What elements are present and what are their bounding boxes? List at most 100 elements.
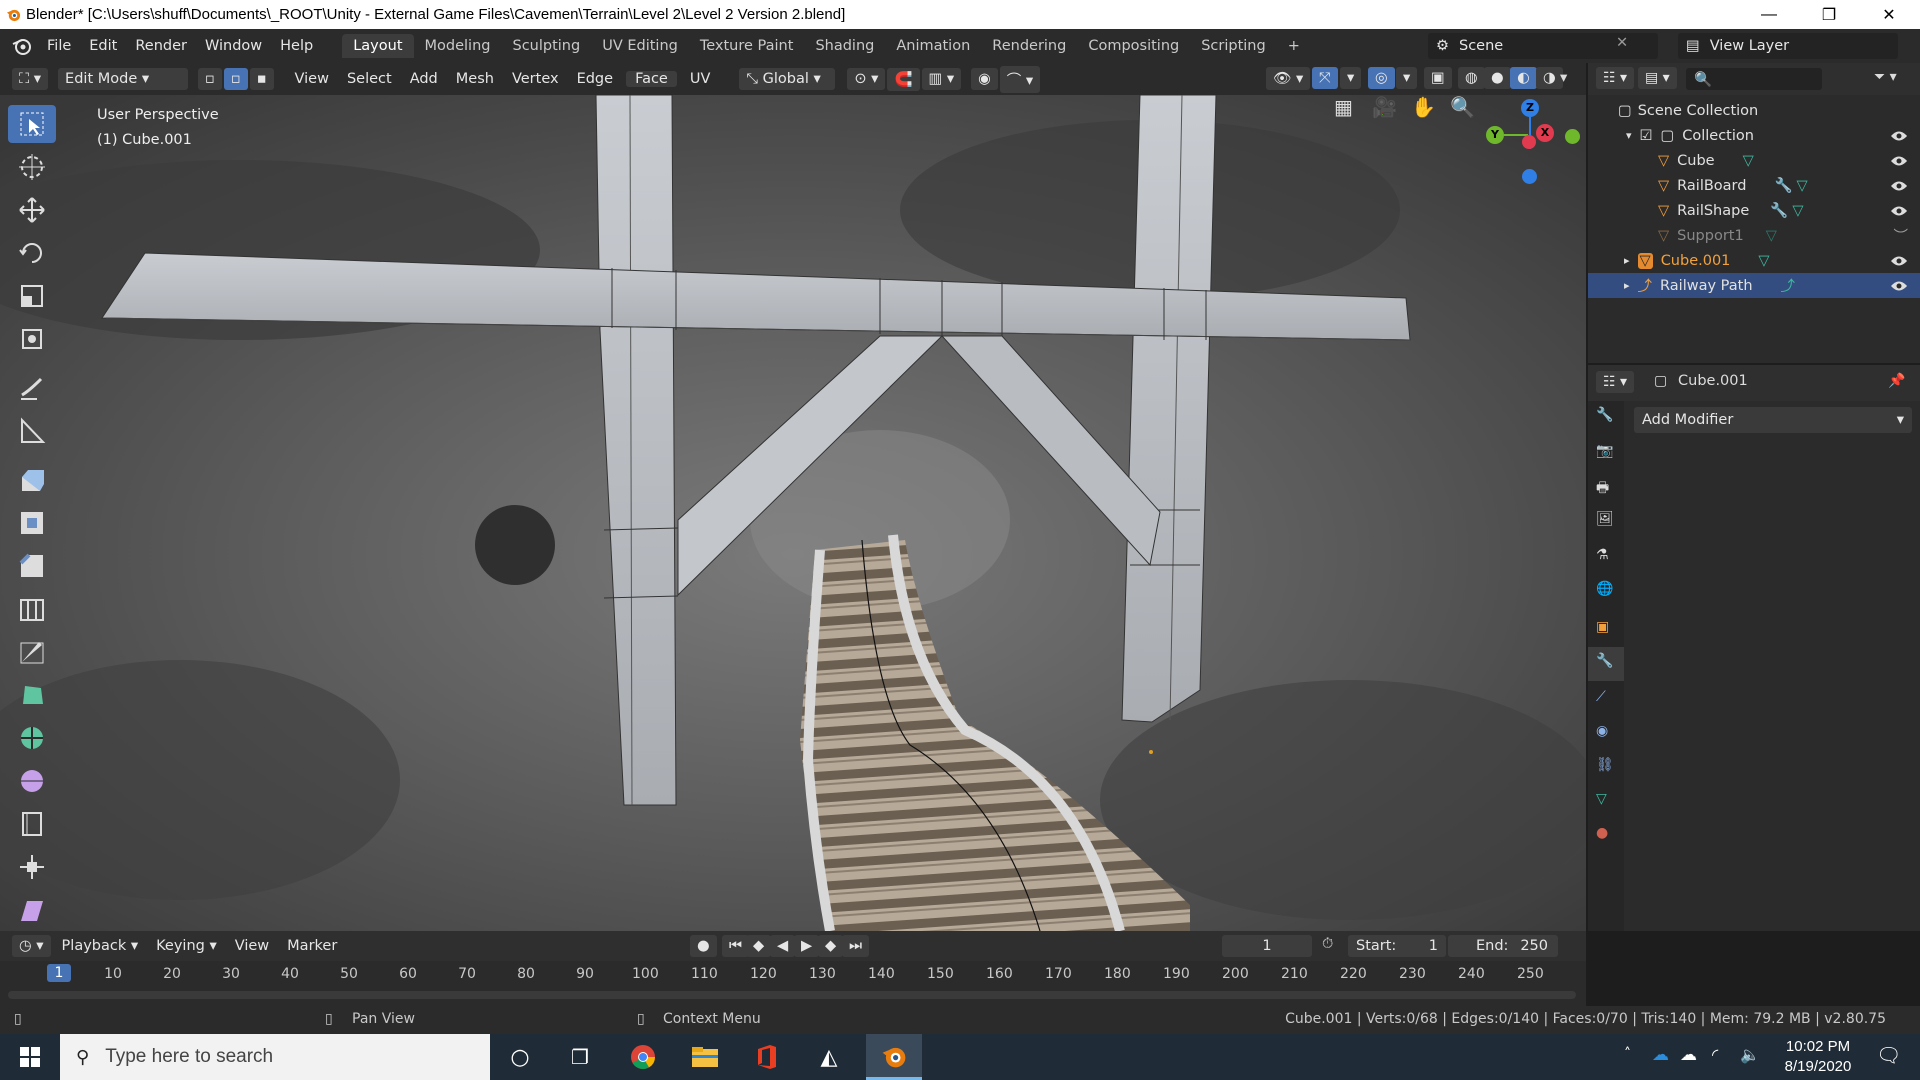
outliner-collection[interactable]: ▾ ☑ ▢ Collection <box>1588 123 1920 148</box>
menu-add[interactable]: Add <box>401 71 447 87</box>
tool-tab-icon[interactable]: 🔧 <box>1596 407 1613 423</box>
eye-icon[interactable] <box>1890 155 1908 167</box>
x-axis-icon[interactable]: X <box>1536 124 1554 142</box>
knife-tool[interactable] <box>8 633 56 671</box>
next-keyframe-icon[interactable]: ◆ <box>818 935 844 957</box>
edge-slide-tool[interactable] <box>8 805 56 843</box>
smooth-tool[interactable] <box>8 762 56 800</box>
shrink-fatten-tool[interactable] <box>8 848 56 886</box>
properties-editor-type-icon[interactable]: ☷ ▾ <box>1596 371 1635 393</box>
play-icon[interactable]: ▶ <box>794 935 820 957</box>
gizmo-toggle-icon[interactable]: ⤧ <box>1312 67 1338 89</box>
shear-tool[interactable] <box>8 891 56 929</box>
timeline-editor-type-icon[interactable]: ◷ ▾ <box>12 935 51 957</box>
visibility-icon[interactable]: 👁 ▾ <box>1266 67 1311 90</box>
taskbar-clock[interactable]: 10:02 PM 8/19/2020 <box>1768 1037 1868 1077</box>
measure-tool[interactable] <box>8 412 56 450</box>
tab-texture-paint[interactable]: Texture Paint <box>689 34 805 58</box>
expand-arrow-icon[interactable]: ▾ <box>1626 129 1632 142</box>
outliner-scene-collection[interactable]: ▢ Scene Collection <box>1588 98 1920 123</box>
outliner-item-railway-path[interactable]: ▸ ⤴ Railway Path ⤴ <box>1588 273 1920 298</box>
camera-view-icon[interactable]: 🎥 <box>1372 95 1397 119</box>
menu-window[interactable]: Window <box>196 38 271 54</box>
notification-icon[interactable]: 🗨 <box>1876 1043 1901 1067</box>
jump-end-icon[interactable]: ⏭ <box>842 935 870 957</box>
transform-tool[interactable] <box>8 320 56 358</box>
taskbar-search-box[interactable]: ⚲ Type here to search <box>60 1034 490 1080</box>
tab-layout[interactable]: Layout <box>342 34 414 58</box>
current-frame-field[interactable]: 1 <box>1222 935 1312 957</box>
transform-orientation-selector[interactable]: ⤡ Global ▾ <box>739 68 836 90</box>
rendered-shading-icon[interactable]: ◑ <box>1536 67 1563 89</box>
outliner-editor-type-icon[interactable]: ☷ ▾ <box>1596 67 1635 89</box>
unity-icon[interactable]: ◭ <box>804 1034 854 1080</box>
task-view-icon[interactable]: ❐ <box>555 1034 605 1080</box>
filter-icon[interactable]: ⏷ ▾ <box>1874 69 1897 85</box>
clock-icon[interactable]: ⏱ <box>1322 936 1333 952</box>
modifier-tab-icon[interactable]: 🔧 <box>1588 647 1624 681</box>
scale-tool[interactable] <box>8 277 56 315</box>
scene-tab-icon[interactable]: ⚗ <box>1596 547 1609 563</box>
eye-icon[interactable] <box>1890 255 1908 267</box>
add-modifier-dropdown[interactable]: Add Modifier ▾ <box>1634 407 1912 433</box>
xray-toggle-icon[interactable]: ▣ <box>1424 67 1452 89</box>
neg-y-axis-icon[interactable] <box>1565 129 1580 144</box>
object-tab-icon[interactable]: ▣ <box>1596 619 1609 635</box>
frame-ruler[interactable]: 1 10 20 30 40 50 60 70 80 90 100 110 120 130 140 150 160… <box>0 961 1586 989</box>
eye-icon[interactable] <box>1890 180 1908 192</box>
overlays-toggle-icon[interactable]: ◎ <box>1368 67 1395 89</box>
pan-hand-icon[interactable]: ✋ <box>1411 95 1436 119</box>
physics-tab-icon[interactable]: ◉ <box>1596 723 1608 739</box>
material-tab-icon[interactable]: ● <box>1596 825 1608 841</box>
gizmo-dropdown-icon[interactable]: ▾ <box>1340 67 1362 89</box>
outliner-item-railboard[interactable]: ▽ RailBoard 🔧 ▽ <box>1588 173 1920 198</box>
particles-tab-icon[interactable]: ⟋ <box>1596 689 1606 705</box>
y-axis-icon[interactable]: Y <box>1486 126 1504 144</box>
render-tab-icon[interactable]: 📷 <box>1596 443 1613 459</box>
loop-cut-tool[interactable] <box>8 590 56 628</box>
move-tool[interactable] <box>8 191 56 229</box>
wireframe-shading-icon[interactable]: ◍ <box>1458 67 1485 89</box>
blender-menu-icon[interactable] <box>12 36 32 56</box>
close-scene-icon[interactable]: ✕ <box>1616 35 1628 51</box>
menu-marker[interactable]: Marker <box>278 938 346 954</box>
outliner-item-cube[interactable]: ▽ Cube ▽ <box>1588 148 1920 173</box>
3d-viewport[interactable]: User Perspective (1) Cube.001 ▦ 🎥 ✋ 🔍 Z … <box>0 95 1586 931</box>
select-box-tool[interactable] <box>8 105 56 143</box>
overlays-dropdown-icon[interactable]: ▾ <box>1396 67 1418 89</box>
outliner-item-support1[interactable]: ▽ Support1 ▽ ︶ <box>1588 223 1920 248</box>
menu-select[interactable]: Select <box>338 71 401 87</box>
timeline-scrollbar[interactable] <box>8 991 1576 999</box>
menu-file[interactable]: File <box>38 38 80 54</box>
spin-tool[interactable] <box>8 719 56 757</box>
outliner-search-input[interactable]: 🔍 <box>1686 68 1822 90</box>
menu-help[interactable]: Help <box>271 38 322 54</box>
blender-taskbar-icon[interactable] <box>866 1034 922 1080</box>
chrome-icon[interactable] <box>618 1034 668 1080</box>
tab-shading[interactable]: Shading <box>804 34 885 58</box>
tab-uv-editing[interactable]: UV Editing <box>591 34 689 58</box>
face-select-icon[interactable]: ▪ <box>249 68 274 90</box>
menu-edit[interactable]: Edit <box>80 38 126 54</box>
outliner-item-railshape[interactable]: ▽ RailShape 🔧 ▽ <box>1588 198 1920 223</box>
constraints-tab-icon[interactable]: ⛓ <box>1596 757 1614 773</box>
menu-render[interactable]: Render <box>126 38 196 54</box>
tab-animation[interactable]: Animation <box>885 34 981 58</box>
volume-icon[interactable]: 🔈 <box>1740 1045 1760 1064</box>
menu-timeline-view[interactable]: View <box>226 938 278 954</box>
pin-icon[interactable]: 📌 <box>1888 373 1905 389</box>
proportional-edit-icon[interactable]: ◉ <box>971 68 998 90</box>
shading-dropdown-icon[interactable]: ▾ <box>1560 70 1567 86</box>
start-button[interactable] <box>5 1034 55 1080</box>
navigation-gizmo[interactable]: Z Y X <box>1466 97 1586 207</box>
solid-shading-icon[interactable]: ● <box>1484 67 1511 89</box>
mode-selector[interactable]: Edit Mode ▾ <box>58 68 189 90</box>
rotate-tool[interactable] <box>8 234 56 272</box>
z-axis-icon[interactable]: Z <box>1521 99 1539 117</box>
display-mode-icon[interactable]: ▤ ▾ <box>1638 67 1677 89</box>
start-frame-field[interactable]: Start: 1 <box>1348 935 1446 957</box>
outliner-item-cube001[interactable]: ▸ ▽ Cube.001 ▽ <box>1588 248 1920 273</box>
close-button[interactable]: ✕ <box>1866 0 1912 29</box>
expand-arrow-icon[interactable]: ▸ <box>1624 254 1630 267</box>
vertex-select-icon[interactable]: ▫ <box>198 68 222 90</box>
